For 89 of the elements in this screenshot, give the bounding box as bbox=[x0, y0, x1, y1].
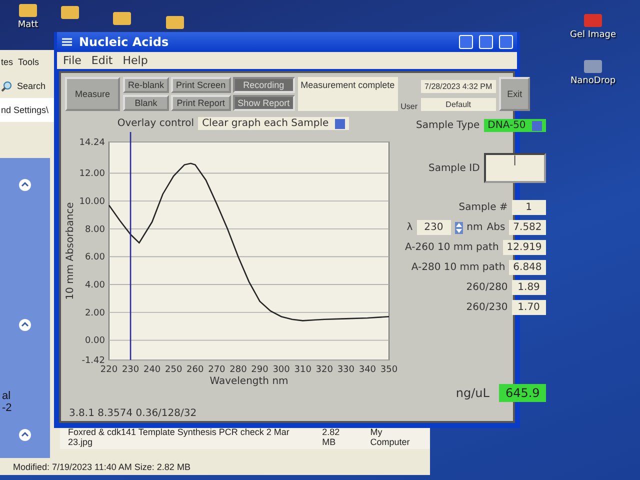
axis-tick-label: 0.00 bbox=[84, 336, 105, 346]
collapse-icon[interactable] bbox=[18, 428, 32, 442]
field-label: Sample ID bbox=[428, 162, 480, 174]
sample-type-dropdown[interactable]: DNA-50 bbox=[484, 119, 546, 132]
wavelength-field[interactable]: 230 bbox=[416, 220, 451, 235]
axis-tick-label: 300 bbox=[272, 365, 290, 375]
file-name[interactable]: Foxred & cdk141 Template Synthesis PCR check 2 Mar 23.jpg bbox=[68, 427, 306, 447]
menu-item[interactable]: Tools bbox=[18, 57, 40, 67]
axis-tick-label: 220 bbox=[100, 365, 118, 375]
field-label: Abs bbox=[486, 222, 506, 233]
window-title: Nucleic Acids bbox=[79, 35, 169, 49]
address-field[interactable]: nd Settings\ bbox=[1, 105, 49, 115]
readout-field: 1.70 bbox=[512, 300, 546, 315]
axis-tick-label: 340 bbox=[358, 365, 376, 375]
field-label: 260/230 bbox=[466, 302, 508, 313]
readout-field: 1.89 bbox=[512, 280, 546, 295]
unit-label: nm bbox=[466, 222, 483, 233]
concentration-field: 645.9 bbox=[499, 384, 546, 402]
search-icon[interactable] bbox=[1, 80, 12, 92]
axis-tick-label: 240 bbox=[143, 365, 161, 375]
field-label: A-260 10 mm path bbox=[405, 242, 499, 253]
sample-id-field[interactable]: | bbox=[484, 153, 546, 183]
axis-tick-label: 350 bbox=[380, 365, 398, 375]
user-field: Default bbox=[420, 98, 496, 111]
exit-button[interactable]: Exit bbox=[499, 77, 530, 111]
cursor-line[interactable] bbox=[130, 132, 132, 360]
axis-tick-label: 12.00 bbox=[79, 169, 105, 180]
axis-tick-label: 4.00 bbox=[84, 280, 105, 291]
icon-label[interactable]: Matt bbox=[18, 20, 38, 30]
status-message: Measurement complete bbox=[298, 77, 398, 111]
axis-tick-label: 270 bbox=[208, 365, 226, 375]
toolbar-button[interactable]: Print Report bbox=[171, 95, 231, 111]
toolbar-button[interactable]: Recording bbox=[232, 77, 295, 93]
application-icon[interactable] bbox=[583, 58, 603, 74]
overlay-dropdown[interactable]: Clear graph each Sample bbox=[198, 117, 349, 130]
field-label: Overlay control bbox=[117, 118, 194, 129]
readout-field: 7.582 bbox=[509, 220, 546, 235]
field-label: 260/280 bbox=[466, 282, 508, 293]
axis-tick-label: 280 bbox=[230, 365, 247, 375]
axis-tick-label: 320 bbox=[316, 365, 333, 375]
field-label: A-280 10 mm path bbox=[411, 262, 506, 273]
field-label: Sample # bbox=[458, 202, 508, 213]
toolbar-button[interactable]: Print Screen bbox=[171, 77, 231, 93]
search-button[interactable]: Search bbox=[17, 81, 46, 91]
folder-icon[interactable] bbox=[18, 2, 38, 18]
folder-icon[interactable] bbox=[165, 14, 185, 30]
folder-icon[interactable] bbox=[112, 10, 132, 26]
field-label: User bbox=[400, 102, 418, 111]
pane-text: al bbox=[2, 390, 11, 402]
axis-tick-label: 8.00 bbox=[84, 224, 105, 235]
icon-label[interactable]: Gel Image bbox=[570, 30, 616, 40]
axis-tick-label: 230 bbox=[122, 365, 140, 375]
axis-tick-label: 2.00 bbox=[84, 308, 105, 318]
axis-tick-label: -1.42 bbox=[82, 356, 105, 366]
menu-item[interactable]: Edit bbox=[91, 54, 113, 67]
readout-field: 1 bbox=[512, 200, 546, 215]
file-size: 2.82 MB bbox=[322, 427, 341, 447]
measure-button[interactable]: Measure bbox=[65, 77, 120, 111]
spinner-icon[interactable] bbox=[454, 222, 463, 234]
readout-field: 6.848 bbox=[509, 260, 546, 275]
folder-icon[interactable] bbox=[60, 4, 80, 20]
menu-item[interactable]: tes bbox=[1, 57, 14, 67]
axis-tick-label: 310 bbox=[294, 365, 312, 375]
axis-tick-label: 250 bbox=[165, 365, 182, 375]
date-field: 7/28/2023 4:32 PM bbox=[420, 80, 496, 93]
axis-title: 10 mm Absorbance bbox=[65, 202, 76, 300]
axis-tick-label: 330 bbox=[337, 365, 355, 375]
axis-tick-label: 6.00 bbox=[84, 252, 105, 263]
status-text: 3.8.1 8.3574 0.36/128/32 bbox=[68, 407, 198, 421]
axis-tick-label: 10.00 bbox=[79, 197, 105, 208]
icon-label[interactable]: NanoDrop bbox=[570, 76, 616, 86]
axis-tick-label: 260 bbox=[186, 365, 204, 375]
field-label: Sample Type bbox=[416, 120, 480, 131]
axis-tick-label: 14.24 bbox=[79, 138, 105, 148]
menu-item[interactable]: Help bbox=[122, 54, 148, 67]
axis-tick-label: 290 bbox=[251, 365, 268, 375]
zone-label: My Computer bbox=[370, 427, 411, 447]
axis-title: Wavelength nm bbox=[210, 376, 288, 387]
unit-label: ng/uL bbox=[454, 385, 490, 402]
collapse-icon[interactable] bbox=[18, 318, 32, 332]
collapse-icon[interactable] bbox=[18, 178, 32, 192]
toolbar-button[interactable]: Show Report bbox=[232, 95, 295, 111]
pane-text: -2 bbox=[2, 402, 12, 414]
menu-item[interactable]: File bbox=[63, 54, 82, 67]
app-icon[interactable] bbox=[61, 37, 73, 47]
field-label: λ bbox=[406, 222, 413, 233]
toolbar-button[interactable]: Blank bbox=[123, 95, 170, 111]
toolbar-button[interactable]: Re-blank bbox=[123, 77, 170, 93]
readout-field: 12.919 bbox=[502, 240, 546, 255]
